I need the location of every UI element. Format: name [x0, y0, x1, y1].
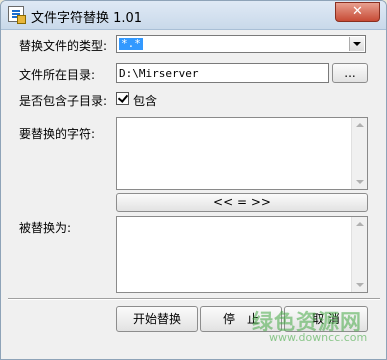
divider	[8, 298, 380, 300]
replace-label: 被替换为:	[19, 221, 72, 235]
window-title: 文件字符替换 1.01	[31, 11, 143, 26]
file-type-label: 替换文件的类型:	[19, 39, 108, 53]
replace-scrollbar[interactable]	[351, 217, 367, 292]
subdir-checkbox[interactable]	[116, 92, 129, 105]
dir-input[interactable]	[116, 63, 329, 83]
subdir-label: 是否包含子目录:	[19, 94, 108, 108]
scroll-up-icon[interactable]	[356, 123, 364, 127]
close-button[interactable]: ✕	[335, 2, 380, 22]
browse-button[interactable]: ...	[332, 63, 368, 83]
app-window: 文件字符替换 1.01 ✕ 替换文件的类型: *.* 文件所在目录: ... 是…	[0, 0, 387, 360]
subdir-checkbox-label[interactable]: 包含	[133, 92, 157, 109]
file-type-select[interactable]: *.*	[116, 35, 366, 53]
find-scrollbar[interactable]	[351, 118, 367, 189]
find-label: 要替换的字符:	[19, 127, 96, 141]
dir-label: 文件所在目录:	[19, 68, 96, 82]
swap-button[interactable]: << = >>	[116, 193, 368, 212]
start-replace-button[interactable]: 开始替换	[116, 306, 198, 332]
app-icon	[8, 6, 26, 24]
title-bar[interactable]: 文件字符替换 1.01 ✕	[1, 1, 386, 30]
file-type-value: *.*	[119, 37, 143, 50]
watermark-url: www.downcc.com	[269, 331, 368, 344]
scroll-down-icon[interactable]	[356, 283, 364, 287]
replace-textarea[interactable]	[116, 216, 368, 293]
find-textarea[interactable]	[116, 117, 368, 190]
chevron-down-icon[interactable]	[349, 37, 364, 51]
scroll-up-icon[interactable]	[356, 222, 364, 226]
scroll-down-icon[interactable]	[356, 180, 364, 184]
